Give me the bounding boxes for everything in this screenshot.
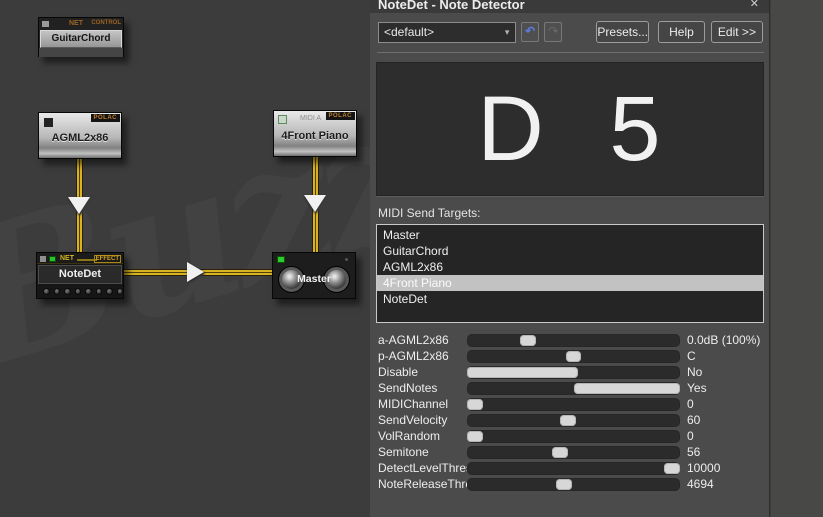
slider-thumb[interactable] (556, 479, 572, 490)
param-row: Disable No (378, 364, 764, 380)
peg-icon (96, 288, 103, 295)
slider-thumb[interactable] (552, 447, 568, 458)
slider-thumb[interactable] (560, 415, 576, 426)
machine-name-label: AGML2x86 (39, 132, 121, 144)
polac-badge: POLAC (91, 114, 121, 122)
net-tag: NET (69, 20, 83, 27)
control-tag: CONTROL (91, 20, 121, 26)
slider-volrandom[interactable] (467, 430, 680, 443)
param-row: VolRandom 0 (378, 428, 764, 444)
peg-icon (85, 288, 92, 295)
list-item-master[interactable]: Master (377, 227, 763, 243)
midi-send-targets-list[interactable]: Master GuitarChord AGML2x86 4Front Piano… (376, 224, 764, 323)
connection-arrow-icon[interactable] (68, 197, 90, 214)
machine-agml2x86[interactable]: POLAC AGML2x86 (38, 112, 122, 159)
machine-name-label: NoteDet (38, 265, 122, 284)
machine-master[interactable]: Master (272, 252, 356, 299)
parameter-sliders: a-AGML2x86 0.0dB (100%) p-AGML2x86 C Dis… (378, 332, 764, 492)
peg-icon (117, 288, 124, 295)
machine-name-label: Master (273, 273, 355, 285)
slider-thumb[interactable] (664, 463, 680, 474)
preset-dropdown[interactable]: <default> ▾ (378, 22, 516, 43)
machine-guitarchord[interactable]: NET CONTROL GuitarChord (38, 17, 124, 57)
active-led (277, 256, 285, 263)
chevron-down-icon: ▾ (499, 27, 515, 38)
slider-midichannel[interactable] (467, 398, 680, 411)
slider-thumb[interactable] (520, 335, 536, 346)
connection-arrow-icon[interactable] (304, 195, 326, 212)
midi-tag: MIDI A (300, 115, 321, 122)
edit-button[interactable]: Edit >> (711, 21, 763, 43)
list-item-notedet[interactable]: NoteDet (377, 291, 763, 307)
machine-view-canvas[interactable]: Buzz NET CONTROL GuitarChord POLAC AGML2… (0, 0, 370, 517)
param-row: Semitone 56 (378, 444, 764, 460)
slider-notereleasethre[interactable] (467, 478, 680, 491)
slider-sendvelocity[interactable] (467, 414, 680, 427)
slider-semitone[interactable] (467, 446, 680, 459)
param-row: SendVelocity 60 (378, 412, 764, 428)
help-button[interactable]: Help (658, 21, 705, 43)
peg-icon (106, 288, 113, 295)
machine-led (40, 256, 46, 262)
peg-icon (64, 288, 71, 295)
redo-icon[interactable]: ↷ (544, 22, 562, 42)
background-strip (771, 0, 823, 517)
param-row: p-AGML2x86 C (378, 348, 764, 364)
connection-arrow-icon[interactable] (187, 262, 204, 282)
param-row: SendNotes Yes (378, 380, 764, 396)
detected-note-value: D 5 (477, 77, 662, 182)
notedet-parameter-window: NoteDet - Note Detector ✕ <default> ▾ ↶ … (370, 0, 770, 517)
machine-led (42, 21, 49, 27)
slider-detectlevelthres[interactable] (467, 462, 680, 475)
list-item-agml2x86[interactable]: AGML2x86 (377, 259, 763, 275)
slider-sendnotes[interactable] (467, 382, 680, 395)
mute-led (44, 118, 53, 127)
polac-badge: POLAC (326, 112, 356, 120)
detected-note-display: D 5 (376, 62, 764, 196)
undo-icon[interactable]: ↶ (521, 22, 539, 42)
presets-button[interactable]: Presets... (596, 21, 649, 43)
preset-dropdown-value: <default> (379, 25, 499, 39)
peg-icon (54, 288, 61, 295)
window-title: NoteDet - Note Detector (378, 0, 769, 12)
effect-tag: EFFECT (94, 255, 121, 263)
slider-thumb[interactable] (467, 367, 578, 378)
slider-thumb[interactable] (467, 399, 483, 410)
param-row: DetectLevelThres 10000 (378, 460, 764, 476)
machine-4front-piano[interactable]: MIDI A POLAC 4Front Piano (273, 110, 357, 157)
peg-icon (75, 288, 82, 295)
pin-icon (345, 258, 348, 261)
midi-led (278, 115, 287, 124)
midi-send-targets-label: MIDI Send Targets: (378, 206, 769, 220)
machine-notedet[interactable]: NET EFFECT NoteDet (36, 252, 124, 299)
slider-thumb[interactable] (467, 431, 483, 442)
preset-toolbar: <default> ▾ ↶ ↷ Presets... Help Edit >> (378, 21, 763, 43)
machine-name-label: 4Front Piano (274, 130, 356, 142)
peg-icon (43, 288, 50, 295)
net-tag: NET (60, 255, 74, 262)
divider (377, 52, 764, 53)
slider-thumb[interactable] (566, 351, 582, 362)
active-led (49, 256, 56, 262)
slider-disable[interactable] (467, 366, 680, 379)
close-icon[interactable]: ✕ (750, 0, 759, 10)
slider-p-agml2x86[interactable] (467, 350, 680, 363)
window-titlebar[interactable]: NoteDet - Note Detector ✕ (370, 0, 769, 13)
list-item-4front-piano[interactable]: 4Front Piano (377, 275, 763, 291)
param-row: NoteReleaseThre 4694 (378, 476, 764, 492)
slider-a-agml2x86[interactable] (467, 334, 680, 347)
machine-name-label: GuitarChord (40, 30, 122, 48)
param-row: MIDIChannel 0 (378, 396, 764, 412)
list-item-guitarchord[interactable]: GuitarChord (377, 243, 763, 259)
slider-thumb[interactable] (574, 383, 681, 394)
param-row: a-AGML2x86 0.0dB (100%) (378, 332, 764, 348)
